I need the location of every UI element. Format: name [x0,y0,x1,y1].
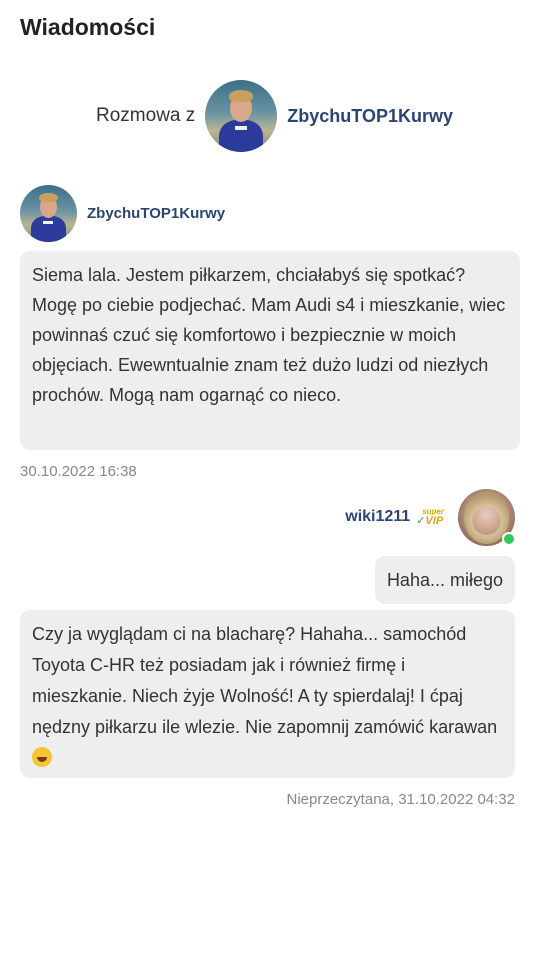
sender-name[interactable]: ZbychuTOP1Kurwy [87,205,225,222]
message-timestamp: 30.10.2022 16:38 [20,463,137,480]
avatar-hair [39,192,58,202]
message-bubble-incoming: Siema lala. Jestem piłkarzem, chciałabyś… [20,251,520,450]
online-status-dot [502,531,516,546]
message-bubble-outgoing: Czy ja wyglądam ci na blacharę? Hahaha..… [20,610,515,778]
partner-name[interactable]: ZbychuTOP1Kurwy [287,106,453,127]
partner-avatar[interactable] [205,80,278,152]
message-sender-row: ZbychuTOP1Kurwy [20,184,225,242]
conversation-header: Rozmowa z ZbychuTOP1Kurwy [0,80,549,152]
avatar-hair [229,90,254,102]
avatar-shirt [31,215,66,242]
sender-avatar[interactable] [20,184,77,242]
own-sender-row: wiki1211 super ✓VIP [345,488,516,546]
rolling-laughing-emoji-icon [32,747,52,767]
conversation-label: Rozmowa z [96,105,196,126]
own-username[interactable]: wiki1211 [345,508,410,526]
avatar-sponsor [235,126,248,130]
vip-badge: super ✓VIP [416,507,444,527]
message-text: Czy ja wyglądam ci na blacharę? Hahaha..… [32,624,498,737]
own-avatar[interactable] [458,488,516,546]
vip-label: VIP [425,514,444,527]
page-title: Wiadomości [20,14,156,40]
avatar-sponsor [43,220,53,224]
avatar-shirt [219,120,264,152]
message-bubble-outgoing-short: Haha... miłego [374,556,515,604]
message-status-timestamp: Nieprzeczytana, 31.10.2022 04:32 [286,791,516,808]
